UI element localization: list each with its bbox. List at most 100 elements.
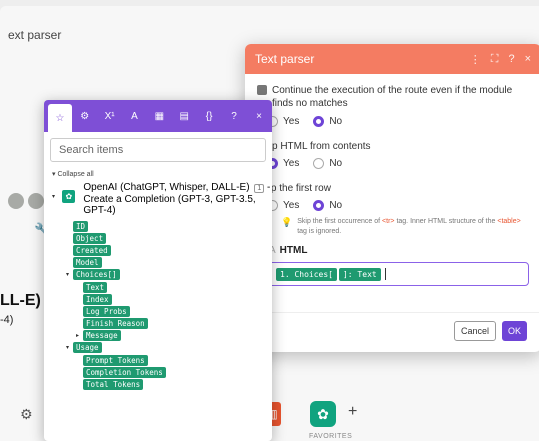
gear-icon[interactable]: ⚙	[73, 104, 97, 128]
hint-text: Skip the first occurrence of <tr> tag. I…	[297, 218, 521, 235]
module-node-label: OpenAI (ChatGPT, Whisper, DALL-E) 1 - Cr…	[83, 182, 271, 216]
html-field-label: A HTML	[269, 245, 308, 256]
variable-pill[interactable]: Finish Reason	[83, 318, 148, 330]
collapse-all-toggle[interactable]: ▾ Collapse all	[52, 170, 272, 178]
lightbulb-icon: 💡	[281, 217, 293, 227]
text-parser-dialog: Text parser ⋮ ⛶ ? × Continue the executi…	[245, 44, 539, 352]
close-icon[interactable]: ×	[525, 53, 531, 65]
expand-icon[interactable]: ⛶	[491, 53, 499, 66]
openai-favorite-icon[interactable]: ✿	[310, 401, 336, 427]
strip-html-label: Strip HTML from contents	[257, 141, 371, 152]
module-handles	[8, 193, 44, 209]
openai-icon: ✿	[62, 190, 76, 203]
chevron-down-icon[interactable]: ▾	[52, 192, 58, 203]
help-icon[interactable]: ?	[508, 53, 514, 65]
settings-gear-icon[interactable]: ⚙	[20, 406, 33, 423]
app-canvas: ext parser 🔧 LL-E) -4) ⚙ ▥ ✿ + FAVORITES…	[0, 0, 539, 441]
dialog-footer: Cancel OK	[245, 312, 539, 341]
variable-pill[interactable]: Total Tokens	[83, 379, 144, 391]
continue-no-radio[interactable]: No	[313, 116, 342, 127]
chevron-right-icon[interactable]: ▸	[76, 332, 83, 339]
variable-item[interactable]: ID	[52, 220, 272, 232]
scenario-title: ext parser	[8, 28, 62, 42]
variable-item[interactable]: ▾ Usage	[52, 342, 272, 354]
radio-label: No	[329, 116, 343, 127]
module-handle[interactable]	[28, 193, 44, 209]
skip-radio-group: Yes No	[267, 200, 529, 211]
variable-pill[interactable]: Log Probs	[83, 305, 130, 317]
variable-pill[interactable]: Usage	[73, 342, 102, 354]
table-icon[interactable]: ▤	[172, 104, 196, 128]
variable-pill[interactable]: Prompt Tokens	[83, 354, 148, 366]
chevron-down-icon[interactable]: ▾	[66, 271, 73, 278]
variable-pill[interactable]: Completion Tokens	[83, 366, 166, 378]
dialog-title: Text parser	[255, 52, 315, 66]
cancel-button[interactable]: Cancel	[453, 321, 496, 341]
variable-item[interactable]: Index	[52, 293, 272, 305]
radio-selected-icon[interactable]	[313, 200, 325, 211]
variable-item[interactable]: Text	[52, 281, 272, 293]
tab-text[interactable]: A	[123, 104, 147, 128]
tab-math[interactable]: X¹	[98, 104, 122, 128]
radio-label: Yes	[283, 200, 300, 211]
checkbox-icon[interactable]	[257, 85, 267, 95]
module-node[interactable]: ▾ ✿ OpenAI (ChatGPT, Whisper, DALL-E) 1 …	[52, 182, 272, 216]
variable-item[interactable]: ▸ Message	[52, 330, 272, 342]
radio-icon[interactable]	[313, 158, 325, 169]
tab-json[interactable]: {}	[197, 104, 221, 128]
mapper-tab-right: ? ×	[222, 104, 272, 128]
variable-item[interactable]: ▾ Choices[]	[52, 269, 272, 281]
close-icon[interactable]: ×	[247, 104, 271, 128]
variable-pill[interactable]: Model	[73, 257, 102, 269]
variable-item[interactable]: Object	[52, 232, 272, 244]
module-title-fragment: LL-E)	[0, 292, 41, 309]
variable-item[interactable]: Prompt Tokens	[52, 354, 272, 366]
ok-button[interactable]: OK	[501, 321, 527, 341]
chevron-down-icon[interactable]: ▾	[66, 344, 73, 351]
variable-item[interactable]: Log Probs	[52, 305, 272, 317]
variable-item[interactable]: Created	[52, 244, 272, 256]
radio-label: No	[329, 158, 343, 169]
variable-item[interactable]: Completion Tokens	[52, 366, 272, 378]
module-operation: Create a Completion (GPT-3, GPT-3.5, GPT…	[83, 194, 256, 216]
search-items-input[interactable]: Search items	[50, 138, 266, 162]
text-caret	[384, 268, 386, 280]
variable-tree: ▾ ✿ OpenAI (ChatGPT, Whisper, DALL-E) 1 …	[44, 178, 272, 391]
dialog-body: Continue the execution of the route even…	[245, 74, 539, 296]
radio-label: No	[329, 200, 343, 211]
help-icon[interactable]: ?	[222, 104, 246, 128]
continue-setting: Continue the execution of the route even…	[257, 84, 529, 110]
radio-selected-icon[interactable]	[313, 116, 325, 127]
skip-first-row-label: Skip the first row	[257, 183, 331, 194]
variable-pill[interactable]: ID	[73, 220, 89, 232]
module-id-badge: 1	[254, 184, 265, 193]
variable-pill[interactable]: Index	[83, 293, 112, 305]
variable-item[interactable]: Total Tokens	[52, 378, 272, 391]
mapped-value-pill[interactable]: 1. Choices[	[276, 267, 337, 281]
variable-item[interactable]: Model	[52, 257, 272, 269]
mapped-value-pill[interactable]: ]: Text	[338, 267, 381, 281]
skip-hint: 💡 Skip the first occurrence of <tr> tag.…	[281, 217, 529, 237]
variable-pill[interactable]: Message	[83, 330, 121, 342]
variable-pill[interactable]: Text	[83, 281, 108, 293]
html-input[interactable]: 1. Choices[ ]: Text	[267, 262, 529, 286]
more-icon[interactable]: ⋮	[470, 53, 481, 66]
radio-label: Yes	[283, 116, 300, 127]
skip-no-radio[interactable]: No	[313, 200, 342, 211]
continue-radio-group: Yes No	[267, 116, 529, 127]
variable-pill[interactable]: Created	[73, 244, 111, 256]
dialog-header: Text parser ⋮ ⛶ ? ×	[245, 44, 539, 74]
variable-pill[interactable]: Object	[73, 232, 107, 244]
variable-list: ID Object Created Model ▾ Choices[] Text Index L…	[52, 220, 272, 391]
variable-item[interactable]: Finish Reason	[52, 318, 272, 330]
strip-no-radio[interactable]: No	[313, 158, 342, 169]
module-name: OpenAI (ChatGPT, Whisper, DALL-E)	[83, 182, 250, 193]
star-icon[interactable]: ☆	[48, 104, 72, 132]
calendar-icon[interactable]: ▦	[147, 104, 171, 128]
strip-radio-group: Yes No	[267, 158, 529, 169]
add-favorite-icon[interactable]: +	[348, 403, 357, 421]
radio-label: Yes	[283, 158, 300, 169]
module-handle[interactable]	[8, 193, 24, 209]
variable-pill[interactable]: Choices[]	[73, 269, 120, 281]
mapping-panel: ☆ ⚙ X¹ A ▦ ▤ {} ? × Search items ▾ Colla…	[44, 100, 272, 441]
